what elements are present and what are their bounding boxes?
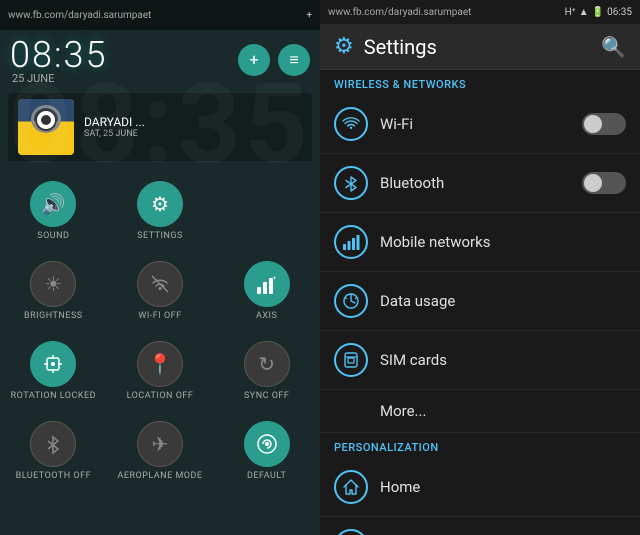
right-time: 06:35 bbox=[607, 7, 632, 18]
sim-cards-item[interactable]: SIM cards bbox=[320, 331, 640, 390]
wifi-toggle[interactable] bbox=[582, 113, 626, 135]
right-fb-url: www.fb.com/daryadi.sarumpaet bbox=[328, 7, 471, 18]
svg-text:+: + bbox=[273, 275, 277, 282]
right-status-icons: H⁺ ▲ 🔋 06:35 bbox=[565, 7, 632, 18]
sound-label: SOUND bbox=[37, 231, 69, 241]
quick-item-rotation[interactable]: ROTATION LOCKED bbox=[0, 331, 107, 411]
profile-name: DARYADI ... bbox=[84, 115, 145, 129]
quick-item-settings[interactable]: ⚙ SETTINGS bbox=[107, 171, 214, 251]
wifi-off-label: WI-FI OFF bbox=[138, 311, 181, 321]
search-button[interactable]: 🔍 bbox=[601, 35, 626, 59]
quick-item-wifi[interactable]: WI-FI OFF bbox=[107, 251, 214, 331]
home-item[interactable]: Home bbox=[320, 458, 640, 517]
settings-label: SETTINGS bbox=[137, 231, 183, 241]
top-right-buttons: + ≡ bbox=[238, 44, 310, 76]
settings-title-row: ⚙ Settings bbox=[334, 34, 437, 59]
left-fb-url: www.fb.com/daryadi.sarumpaet bbox=[8, 10, 151, 21]
menu-button[interactable]: ≡ bbox=[278, 44, 310, 76]
data-usage-label: Data usage bbox=[380, 292, 626, 310]
home-icon bbox=[334, 470, 368, 504]
mobile-networks-item[interactable]: Mobile networks bbox=[320, 213, 640, 272]
data-usage-item[interactable]: Data usage bbox=[320, 272, 640, 331]
quick-item-brightness[interactable]: ☀ BRIGHTNESS bbox=[0, 251, 107, 331]
quick-item-aeroplane[interactable]: ✈ AEROPLANE MODE bbox=[107, 411, 214, 491]
left-add-icon: + bbox=[306, 10, 312, 21]
wifi-label: Wi-Fi bbox=[380, 115, 582, 133]
bluetooth-off-icon bbox=[30, 421, 76, 467]
bluetooth-settings-icon bbox=[334, 166, 368, 200]
default-icon bbox=[244, 421, 290, 467]
sync-label: SYNC OFF bbox=[244, 391, 289, 401]
left-status-bar: www.fb.com/daryadi.sarumpaet + bbox=[0, 0, 320, 30]
lock-screen-icon bbox=[334, 529, 368, 535]
wifi-item[interactable]: Wi-Fi bbox=[320, 95, 640, 154]
profile-date: SAT, 25 JUNE bbox=[84, 129, 145, 139]
quick-settings-grid: 🔊 SOUND ⚙ SETTINGS ☀ BRIGHTNESS WI-FI OF… bbox=[0, 165, 320, 497]
quick-item-sound[interactable]: 🔊 SOUND bbox=[0, 171, 107, 251]
right-panel: www.fb.com/daryadi.sarumpaet H⁺ ▲ 🔋 06:3… bbox=[320, 0, 640, 535]
wireless-section-header: WIRELESS & NETWORKS bbox=[320, 70, 640, 95]
quick-item-default[interactable]: DEFAULT bbox=[213, 411, 320, 491]
rotation-icon bbox=[30, 341, 76, 387]
mobile-networks-label: Mobile networks bbox=[380, 233, 626, 251]
time-display: 08:35 bbox=[10, 34, 107, 76]
battery-icon: 🔋 bbox=[592, 7, 604, 18]
profile-info: DARYADI ... SAT, 25 JUNE bbox=[84, 115, 145, 139]
quick-item-location[interactable]: 📍 LOCATION OFF bbox=[107, 331, 214, 411]
lock-screen-item[interactable]: Lock screen bbox=[320, 517, 640, 535]
bluetooth-toggle[interactable] bbox=[582, 172, 626, 194]
time-date-block: 08:35 25 JUNE bbox=[10, 34, 107, 85]
settings-header: ⚙ Settings 🔍 bbox=[320, 24, 640, 70]
sim-cards-label: SIM cards bbox=[380, 351, 626, 369]
settings-icon: ⚙ bbox=[137, 181, 183, 227]
left-panel: 08:35 www.fb.com/daryadi.sarumpaet + 08:… bbox=[0, 0, 320, 535]
left-top-bar: 08:35 25 JUNE + ≡ bbox=[0, 30, 320, 89]
axis-label: AXIS bbox=[256, 311, 277, 321]
bluetooth-settings-item[interactable]: Bluetooth bbox=[320, 154, 640, 213]
wifi-item-icon bbox=[334, 107, 368, 141]
default-label: DEFAULT bbox=[247, 471, 286, 481]
axis-icon: + bbox=[244, 261, 290, 307]
brightness-icon: ☀ bbox=[30, 261, 76, 307]
quick-item-sync[interactable]: ↻ SYNC OFF bbox=[213, 331, 320, 411]
settings-title: Settings bbox=[364, 35, 437, 59]
left-status-icons: + bbox=[306, 10, 312, 21]
quick-item-empty bbox=[213, 171, 320, 251]
right-status-bar: www.fb.com/daryadi.sarumpaet H⁺ ▲ 🔋 06:3… bbox=[320, 0, 640, 24]
rotation-label: ROTATION LOCKED bbox=[11, 391, 96, 401]
bluetooth-settings-label: Bluetooth bbox=[380, 174, 582, 192]
sound-icon: 🔊 bbox=[30, 181, 76, 227]
signal-bars-icon: ▲ bbox=[579, 7, 589, 18]
aeroplane-label: AEROPLANE MODE bbox=[117, 471, 202, 481]
location-label: LOCATION OFF bbox=[127, 391, 194, 401]
settings-gear-icon: ⚙ bbox=[334, 34, 354, 59]
data-usage-icon bbox=[334, 284, 368, 318]
quick-item-axis[interactable]: + AXIS bbox=[213, 251, 320, 331]
bluetooth-label: BLUETOOTH OFF bbox=[16, 471, 91, 481]
profile-card[interactable]: DARYADI ... SAT, 25 JUNE bbox=[8, 93, 312, 161]
signal-icon: H⁺ bbox=[565, 7, 576, 18]
wifi-off-icon bbox=[137, 261, 183, 307]
sim-cards-icon bbox=[334, 343, 368, 377]
aeroplane-icon: ✈ bbox=[137, 421, 183, 467]
brightness-label: BRIGHTNESS bbox=[24, 311, 83, 321]
more-item[interactable]: More... bbox=[320, 390, 640, 433]
home-label: Home bbox=[380, 478, 626, 496]
add-button[interactable]: + bbox=[238, 44, 270, 76]
quick-item-bluetooth[interactable]: BLUETOOTH OFF bbox=[0, 411, 107, 491]
location-off-icon: 📍 bbox=[137, 341, 183, 387]
mobile-networks-icon bbox=[334, 225, 368, 259]
avatar bbox=[18, 99, 74, 155]
sync-off-icon: ↻ bbox=[244, 341, 290, 387]
personalization-section-header: PERSONALIZATION bbox=[320, 433, 640, 458]
settings-list: WIRELESS & NETWORKS Wi-Fi bbox=[320, 70, 640, 535]
